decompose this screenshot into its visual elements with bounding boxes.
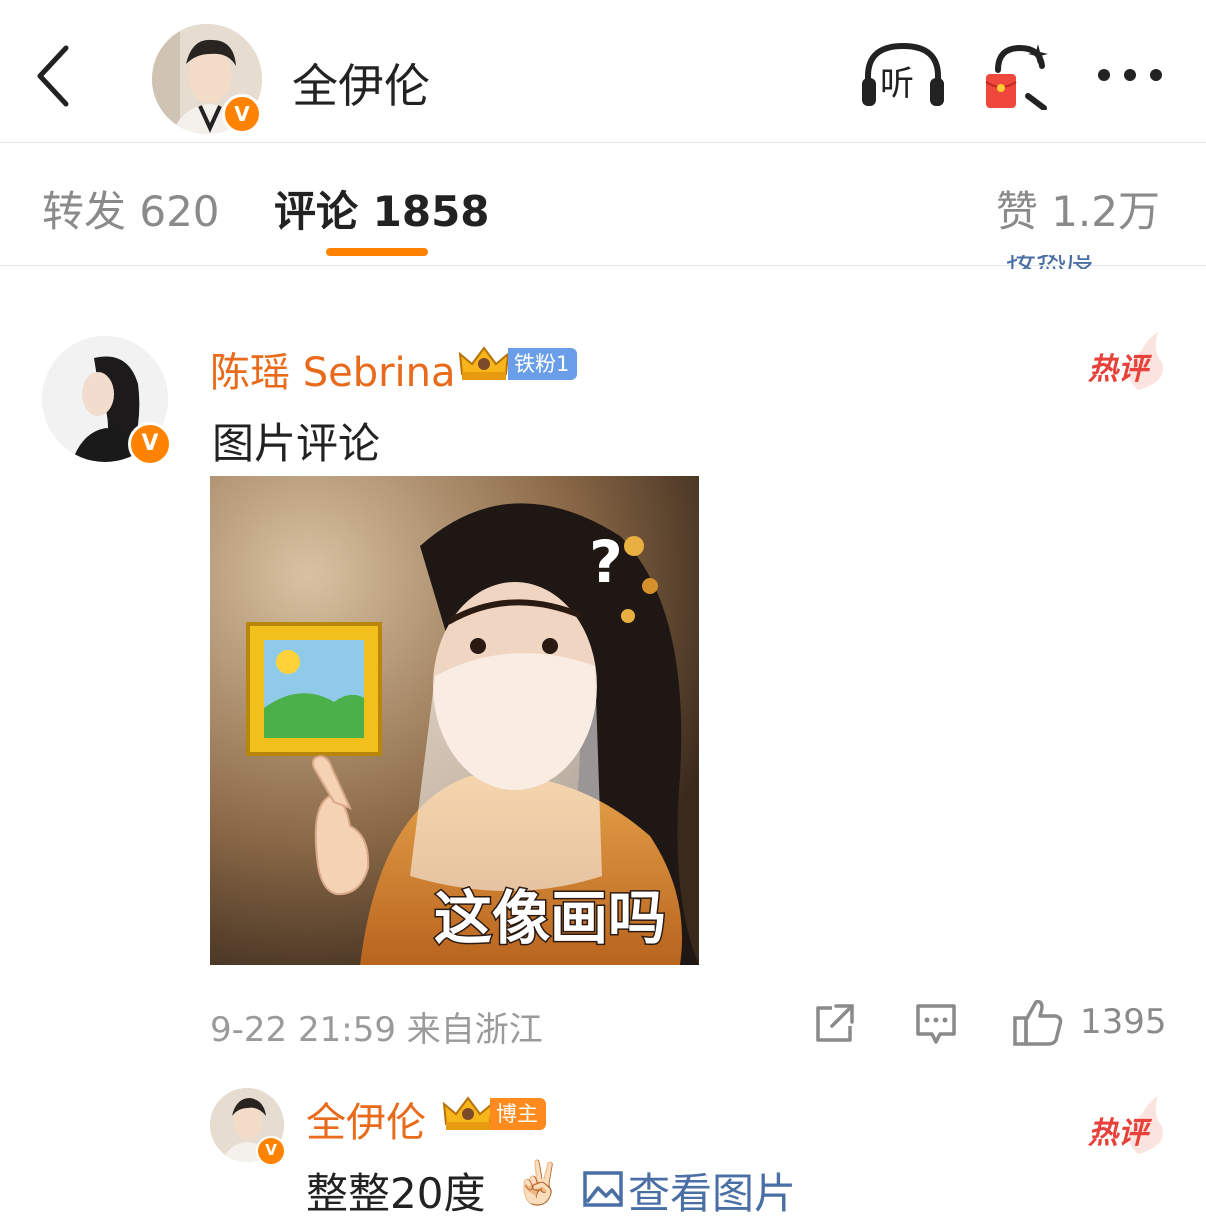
tab-bar: 转发 620 评论 1858 赞 1.2万 (0, 144, 1206, 266)
host-badge: 博主 (440, 1094, 554, 1134)
sort-toggle[interactable]: 按热度 (1006, 255, 1162, 269)
verified-badge-icon: V (222, 94, 262, 134)
active-tab-indicator (326, 248, 428, 256)
crown-icon (458, 346, 510, 380)
hot-comment-label: 热评 (1088, 352, 1148, 387)
like-thumb-icon[interactable] (1012, 998, 1064, 1046)
comment-image[interactable]: ? 这像画吗 (210, 476, 699, 965)
tab-repost[interactable]: 转发 620 (42, 178, 220, 239)
hot-comment-badge: 热评 (1088, 332, 1166, 392)
share-icon[interactable] (812, 1002, 856, 1044)
like-count: 1395 (1080, 1002, 1167, 1042)
verified-badge-icon: V (128, 422, 172, 466)
tab-like[interactable]: 赞 1.2万 (996, 178, 1160, 239)
comment-text: 图片评论 (212, 419, 381, 468)
reply-icon[interactable] (914, 1002, 958, 1046)
dot (1098, 69, 1110, 81)
hot-comment-badge: 热评 (1088, 1096, 1166, 1156)
reply-text: 整整20度 (306, 1169, 486, 1218)
reply-author-name[interactable]: 全伊伦 (306, 1090, 426, 1148)
commenter-name[interactable]: 陈瑶 Sebrina (210, 340, 456, 398)
fan-level-label: 铁粉1 (508, 348, 578, 380)
image-icon (583, 1171, 623, 1207)
red-packet-icon (985, 44, 1048, 111)
listen-label: 听 (880, 64, 914, 104)
tab-comment[interactable]: 评论 1858 (274, 178, 490, 239)
dot (1150, 69, 1162, 81)
host-label: 博主 (490, 1098, 546, 1130)
picture-frame-icon (246, 622, 382, 756)
author-name[interactable]: 全伊伦 (292, 50, 430, 116)
dot (1124, 69, 1136, 81)
hot-comment-label: 热评 (1088, 1116, 1148, 1151)
fan-level-badge[interactable]: 铁粉1 (456, 344, 582, 384)
more-options-icon[interactable] (1092, 60, 1172, 90)
back-icon[interactable] (32, 44, 76, 108)
view-picture-label: 查看图片 (628, 1169, 797, 1218)
red-packet-search-button[interactable] (982, 40, 1054, 111)
sort-label: 按热度 (1006, 255, 1096, 269)
question-mark: ? (589, 528, 623, 596)
comment-meta: 9-22 21:59 来自浙江 (210, 1010, 543, 1050)
listen-button[interactable]: 听 (860, 42, 946, 108)
victory-hand-emoji: ✌🏻 (512, 1158, 565, 1207)
top-bar: V 全伊伦 听 (0, 0, 1206, 143)
image-caption: 这像画吗 (434, 884, 666, 952)
verified-badge-icon: V (256, 1136, 286, 1166)
